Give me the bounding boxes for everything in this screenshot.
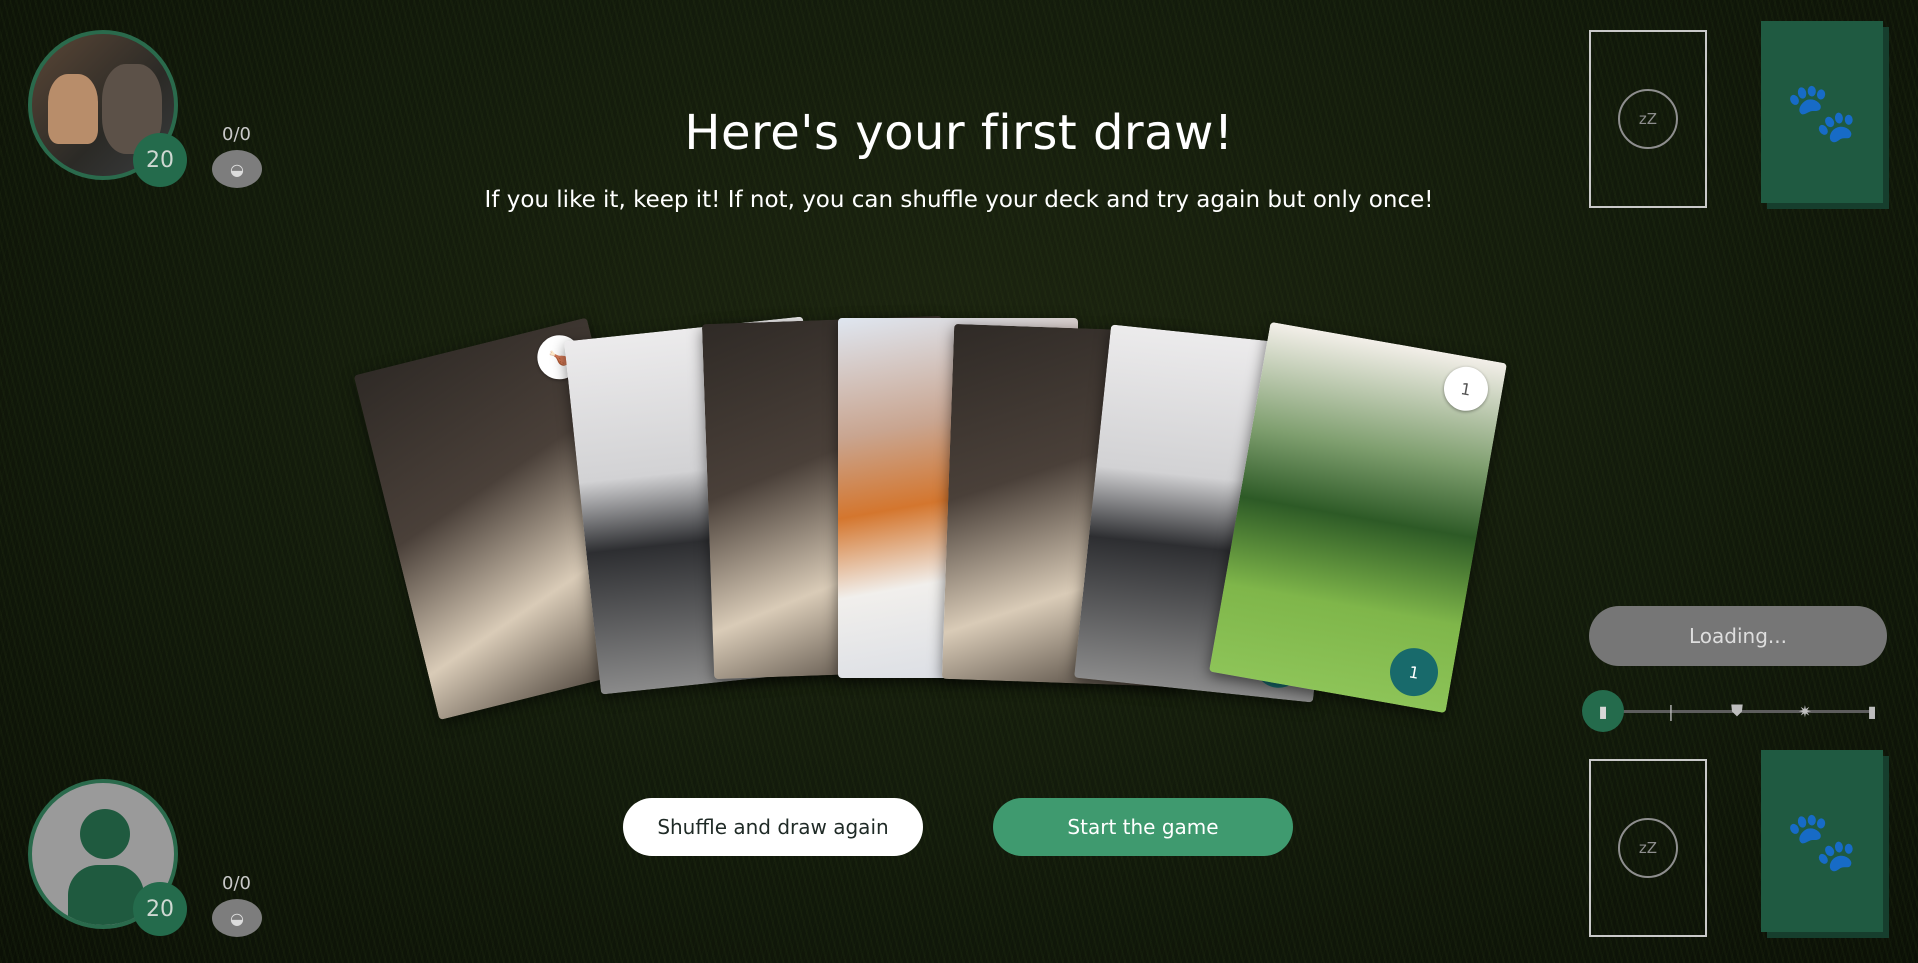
- burst-icon: ✷: [1798, 701, 1812, 721]
- player-deck[interactable]: 🐾: [1761, 750, 1883, 932]
- line-icon: |: [1668, 701, 1674, 721]
- start-game-button[interactable]: Start the game: [993, 798, 1293, 856]
- opponent-discard-pile: zZ: [1589, 30, 1707, 208]
- card-icon: ▮: [1582, 690, 1624, 732]
- sleeping-face-icon: zZ: [1618, 89, 1678, 149]
- opponent-deck: 🐾: [1761, 21, 1883, 203]
- sleeping-face-icon: zZ: [1618, 818, 1678, 878]
- paw-icon: 🐾: [1785, 806, 1859, 875]
- shuffle-button[interactable]: Shuffle and draw again: [623, 798, 923, 856]
- avatar-body: [68, 865, 144, 925]
- food-bowl-icon: ◒: [212, 899, 262, 937]
- paw-icon: 🐾: [1785, 77, 1859, 146]
- player-life-badge: 20: [133, 882, 187, 936]
- shield-icon: ⛊: [1730, 701, 1743, 720]
- avatar-head: [80, 809, 130, 859]
- loading-status: Loading...: [1589, 606, 1887, 666]
- player-food-score: 0/0: [222, 873, 251, 894]
- player-discard-pile: zZ: [1589, 759, 1707, 937]
- end-icon: ▮: [1867, 701, 1877, 721]
